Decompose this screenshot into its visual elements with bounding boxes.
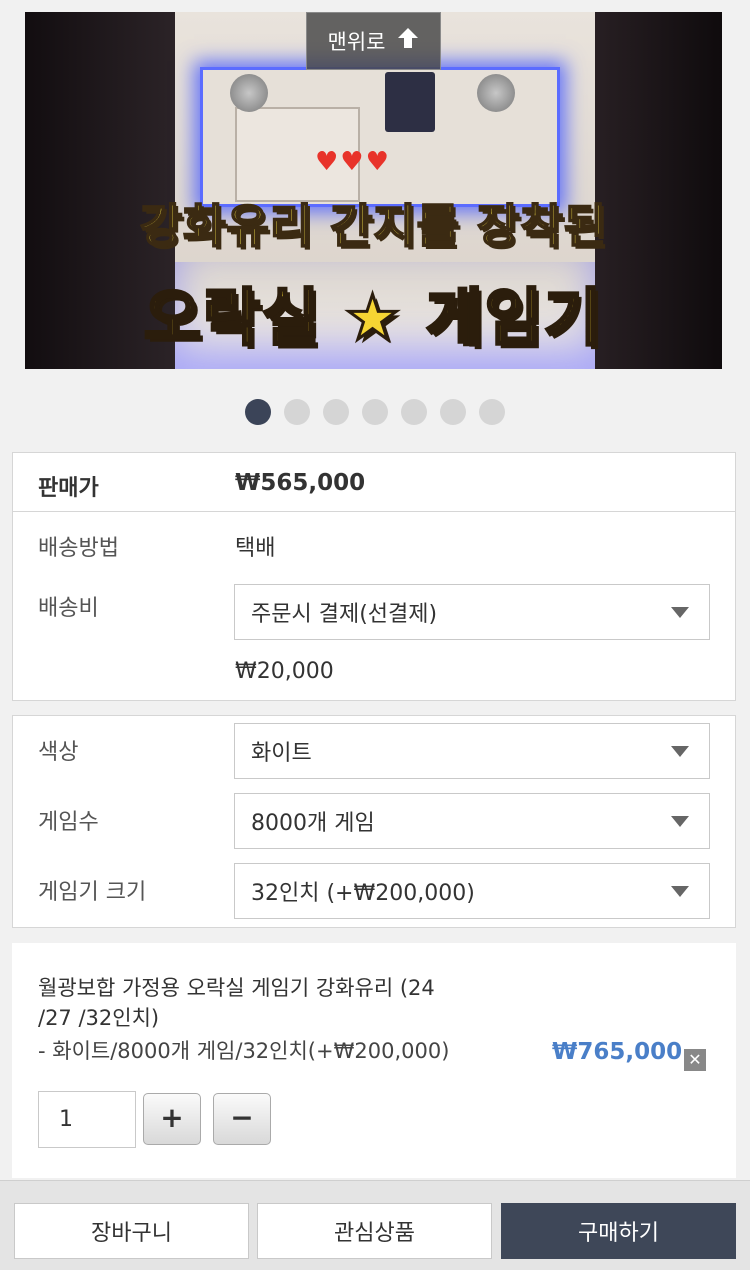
speaker-right [477, 74, 515, 112]
carousel-dot-7[interactable] [479, 399, 505, 425]
hearts-decoration: ♥♥♥ [315, 147, 391, 177]
add-to-cart-button[interactable]: 장바구니 [14, 1203, 249, 1259]
selected-item-total: ₩765,000 [552, 1039, 683, 1065]
option-size-select[interactable]: 32인치 (+₩200,000) [234, 863, 710, 919]
carousel-indicator [245, 399, 505, 425]
chevron-down-icon [671, 816, 689, 827]
shipping-method-label: 배송방법 [38, 536, 119, 561]
option-games-value: 8000개 게임 [251, 811, 375, 836]
buy-now-button[interactable]: 구매하기 [501, 1203, 736, 1259]
chevron-down-icon [671, 746, 689, 757]
price-value: ₩565,000 [235, 470, 366, 496]
wishlist-button[interactable]: 관심상품 [257, 1203, 492, 1259]
back-to-top-label: 맨위로 [327, 30, 386, 54]
shipping-fee-select[interactable]: 주문시 결제(선결제) [234, 584, 710, 640]
back-to-top-button[interactable]: 맨위로 [306, 12, 441, 70]
option-color-label: 색상 [38, 740, 79, 765]
option-games-select[interactable]: 8000개 게임 [234, 793, 710, 849]
arrow-up-icon [397, 26, 419, 56]
selected-item-title: 월광보합 가정용 오락실 게임기 강화유리 (24 /27 /32인치) [38, 976, 435, 1030]
coin-slot [385, 72, 435, 132]
options-section: 색상 화이트 게임수 8000개 게임 게임기 크기 32인치 (+₩200,0… [12, 715, 736, 928]
carousel-dot-5[interactable] [401, 399, 427, 425]
shipping-method-value: 택배 [235, 536, 276, 561]
option-games-label: 게임수 [38, 810, 99, 835]
shipping-fee-amount: ₩20,000 [235, 659, 334, 684]
quantity-decrease-button[interactable]: − [213, 1093, 271, 1145]
carousel-dot-6[interactable] [440, 399, 466, 425]
option-size-label: 게임기 크기 [38, 880, 147, 905]
carousel-dot-4[interactable] [362, 399, 388, 425]
selected-item-summary: 월광보합 가정용 오락실 게임기 강화유리 (24 /27 /32인치) - 화… [12, 943, 736, 1178]
quantity-input[interactable]: 1 [38, 1091, 136, 1148]
price-label: 판매가 [38, 476, 99, 501]
carousel-dot-1[interactable] [245, 399, 271, 425]
image-caption-line1: 강화유리 간지를 장착된 [139, 198, 608, 254]
shipping-fee-label: 배송비 [38, 596, 99, 621]
option-color-select[interactable]: 화이트 [234, 723, 710, 779]
image-caption-line2: 오락실 ★ 게임기 [143, 280, 603, 356]
chevron-down-icon [671, 886, 689, 897]
option-size-value: 32인치 (+₩200,000) [251, 881, 475, 906]
price-row: 판매가 ₩565,000 [12, 452, 736, 512]
bottom-action-bar: 장바구니 관심상품 구매하기 [0, 1180, 750, 1270]
carousel-dot-3[interactable] [323, 399, 349, 425]
speaker-left [230, 74, 268, 112]
option-color-value: 화이트 [251, 741, 312, 766]
carousel-dot-2[interactable] [284, 399, 310, 425]
shipping-fee-select-value: 주문시 결제(선결제) [251, 602, 438, 627]
quantity-increase-button[interactable]: + [143, 1093, 201, 1145]
chevron-down-icon [671, 607, 689, 618]
remove-item-icon[interactable]: ✕ [684, 1049, 706, 1071]
shipping-section: 배송방법 택배 배송비 주문시 결제(선결제) ₩20,000 [12, 511, 736, 701]
selected-item-options: - 화이트/8000개 게임/32인치(+₩200,000) [38, 1039, 450, 1063]
